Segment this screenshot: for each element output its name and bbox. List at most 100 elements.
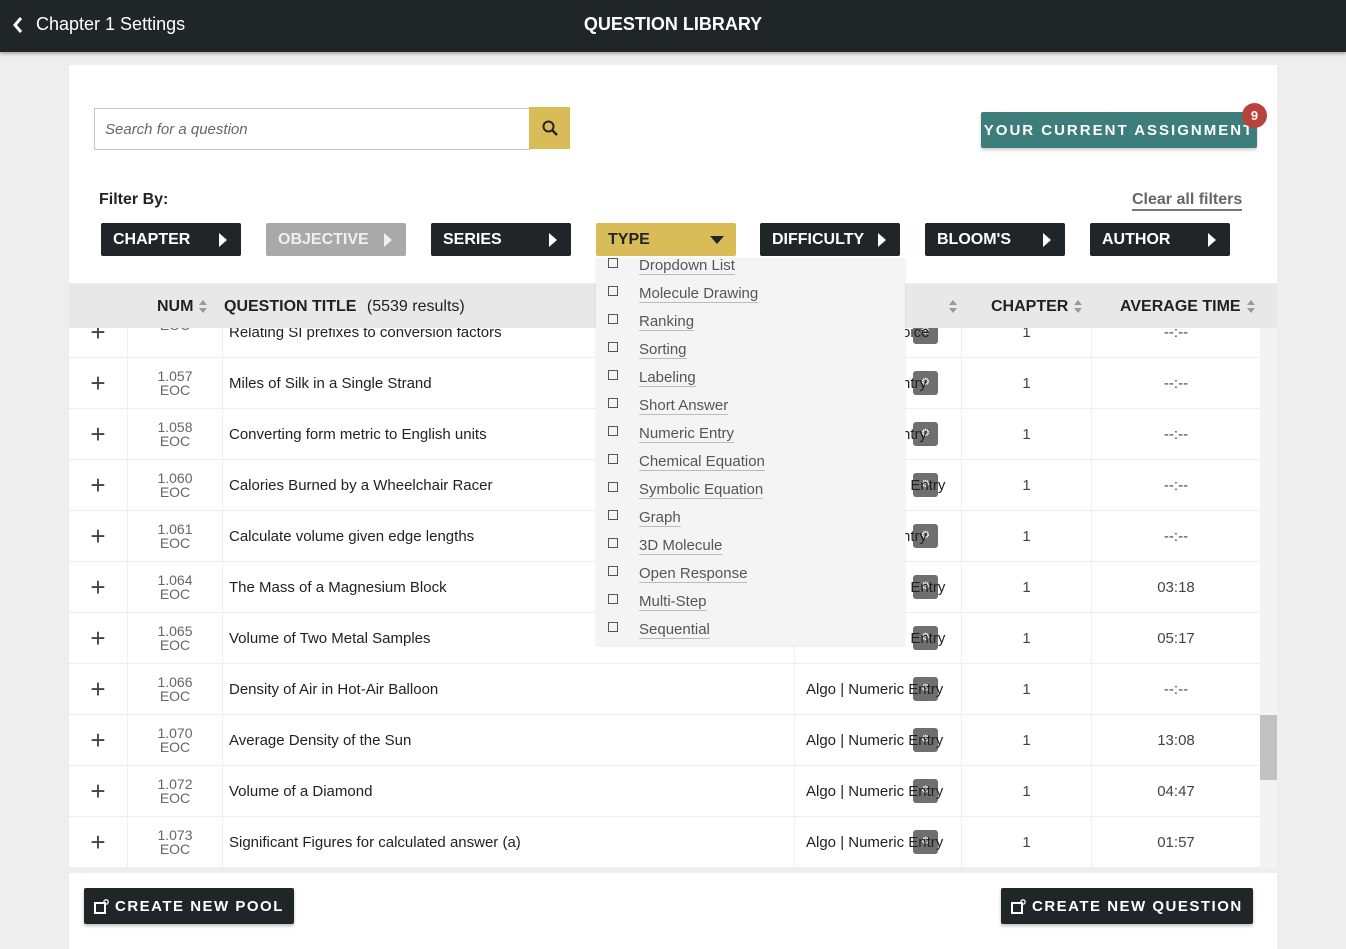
- question-avg-time: --:--: [1163, 374, 1189, 392]
- filter-difficulty-button[interactable]: DIFFICULTY: [760, 223, 900, 256]
- type-option[interactable]: Molecule Drawing: [596, 280, 905, 308]
- table-row[interactable]: + 1.066 EOC Density of Air in Hot-Air Bal…: [69, 663, 1260, 715]
- question-title[interactable]: Significant Figures for calculated answe…: [223, 816, 938, 868]
- checkbox[interactable]: [608, 566, 618, 576]
- add-question-icon[interactable]: +: [69, 328, 128, 358]
- table-scrollbar[interactable]: [1260, 328, 1277, 868]
- question-chapter: 1: [962, 816, 1092, 868]
- checkbox[interactable]: [608, 370, 618, 380]
- type-option[interactable]: Sequential: [596, 616, 905, 644]
- assignment-count-badge: 9: [1242, 103, 1267, 128]
- checkbox[interactable]: [608, 342, 618, 352]
- type-option[interactable]: Chemical Equation: [596, 448, 905, 476]
- sort-icon: [1074, 299, 1083, 314]
- type-option[interactable]: Labeling: [596, 364, 905, 392]
- chapter-column-header[interactable]: CHAPTER: [991, 298, 1083, 316]
- table-row[interactable]: + 1.072 EOC Volume of a Diamond ⚙ Algo | N…: [69, 765, 1260, 817]
- caret-right-icon: [1043, 232, 1051, 247]
- checkbox[interactable]: [608, 314, 618, 324]
- clear-all-filters-link[interactable]: Clear all filters: [1132, 191, 1243, 211]
- num-column-header[interactable]: NUM: [157, 298, 208, 316]
- question-num: EOC: [128, 328, 223, 358]
- filter-label: DIFFICULTY: [772, 230, 865, 248]
- checkbox[interactable]: [608, 482, 618, 492]
- type-option[interactable]: 3D Molecule: [596, 532, 905, 560]
- type-option[interactable]: Open Response: [596, 560, 905, 588]
- create-icon: [94, 898, 109, 914]
- caret-down-icon: [710, 235, 724, 244]
- add-question-icon[interactable]: +: [69, 714, 128, 766]
- checkbox[interactable]: [608, 510, 618, 520]
- question-type: Algo | Numeric Entry: [795, 765, 962, 817]
- caret-right-icon: [549, 232, 557, 247]
- filter-type-button[interactable]: TYPE: [596, 223, 736, 256]
- question-avg-time: 13:08: [1157, 731, 1195, 749]
- question-avg-time: 05:17: [1157, 629, 1195, 647]
- question-title[interactable]: Average Density of the Sun ⚙: [223, 714, 938, 766]
- avg-time-column-header[interactable]: AVERAGE TIME: [1120, 298, 1255, 316]
- add-question-icon[interactable]: +: [69, 765, 128, 817]
- add-question-icon[interactable]: +: [69, 357, 128, 409]
- question-avg-time: --:--: [1163, 680, 1189, 698]
- search-input[interactable]: [94, 108, 530, 150]
- filter-chapter-button[interactable]: CHAPTER: [101, 223, 241, 256]
- question-avg-time: --:--: [1163, 425, 1189, 443]
- scrollbar-thumb[interactable]: [1260, 715, 1277, 780]
- title-column-header[interactable]: QUESTION TITLE (5539 results): [224, 298, 465, 316]
- type-column-sort[interactable]: [943, 298, 957, 316]
- add-question-icon[interactable]: +: [69, 510, 128, 562]
- create-question-label: CREATE NEW QUESTION: [1032, 897, 1243, 915]
- caret-right-icon: [219, 232, 227, 247]
- checkbox[interactable]: [608, 258, 618, 268]
- question-chapter: 1: [962, 408, 1092, 460]
- create-new-pool-button[interactable]: CREATE NEW POOL: [84, 888, 294, 924]
- type-option[interactable]: Multi-Step: [596, 588, 905, 616]
- filter-author-button[interactable]: AUTHOR: [1090, 223, 1230, 256]
- checkbox[interactable]: [608, 454, 618, 464]
- search-button[interactable]: [529, 107, 570, 149]
- question-num: 1.066 EOC: [128, 663, 223, 715]
- add-question-icon[interactable]: +: [69, 612, 128, 664]
- question-chapter: 1: [962, 357, 1092, 409]
- search-icon: [542, 120, 558, 136]
- type-option[interactable]: Numeric Entry: [596, 420, 905, 448]
- sort-icon: [949, 299, 957, 314]
- add-question-icon[interactable]: +: [69, 663, 128, 715]
- add-question-icon[interactable]: +: [69, 816, 128, 868]
- add-question-icon[interactable]: +: [69, 459, 128, 511]
- filter-series-button[interactable]: SERIES: [431, 223, 571, 256]
- checkbox[interactable]: [608, 286, 618, 296]
- top-bar: Chapter 1 Settings QUESTION LIBRARY: [0, 0, 1346, 52]
- question-title[interactable]: Density of Air in Hot-Air Balloon ⚙: [223, 663, 938, 715]
- question-chapter: 1: [962, 663, 1092, 715]
- question-title[interactable]: Volume of a Diamond ⚙: [223, 765, 938, 817]
- add-question-icon[interactable]: +: [69, 408, 128, 460]
- question-avg-time: --:--: [1163, 527, 1189, 545]
- checkbox[interactable]: [608, 622, 618, 632]
- page-title: QUESTION LIBRARY: [583, 14, 763, 34]
- type-option[interactable]: Dropdown List: [596, 258, 905, 280]
- add-question-icon[interactable]: +: [69, 561, 128, 613]
- question-avg-time: --:--: [1163, 476, 1189, 494]
- table-row[interactable]: + 1.070 EOC Average Density of the Sun ⚙ A…: [69, 714, 1260, 766]
- type-option[interactable]: Short Answer: [596, 392, 905, 420]
- type-option[interactable]: Symbolic Equation: [596, 476, 905, 504]
- caret-right-icon: [384, 232, 392, 247]
- question-avg-time: 03:18: [1157, 578, 1195, 596]
- type-option[interactable]: Ranking: [596, 308, 905, 336]
- current-assignment-button[interactable]: YOUR CURRENT ASSIGNMENT: [981, 112, 1257, 148]
- checkbox[interactable]: [608, 426, 618, 436]
- filter-label: SERIES: [443, 230, 502, 248]
- sort-icon: [1246, 299, 1255, 314]
- type-option[interactable]: Sorting: [596, 336, 905, 364]
- filter-label: OBJECTIVE: [278, 230, 369, 248]
- sort-icon: [199, 299, 208, 314]
- results-count: (5539 results): [366, 298, 465, 315]
- type-option[interactable]: Graph: [596, 504, 905, 532]
- checkbox[interactable]: [608, 594, 618, 604]
- checkbox[interactable]: [608, 538, 618, 548]
- create-new-question-button[interactable]: CREATE NEW QUESTION: [1001, 888, 1253, 924]
- filter-blooms-button[interactable]: BLOOM'S: [925, 223, 1065, 256]
- table-row[interactable]: + 1.073 EOC Significant Figures for calcu…: [69, 816, 1260, 868]
- checkbox[interactable]: [608, 398, 618, 408]
